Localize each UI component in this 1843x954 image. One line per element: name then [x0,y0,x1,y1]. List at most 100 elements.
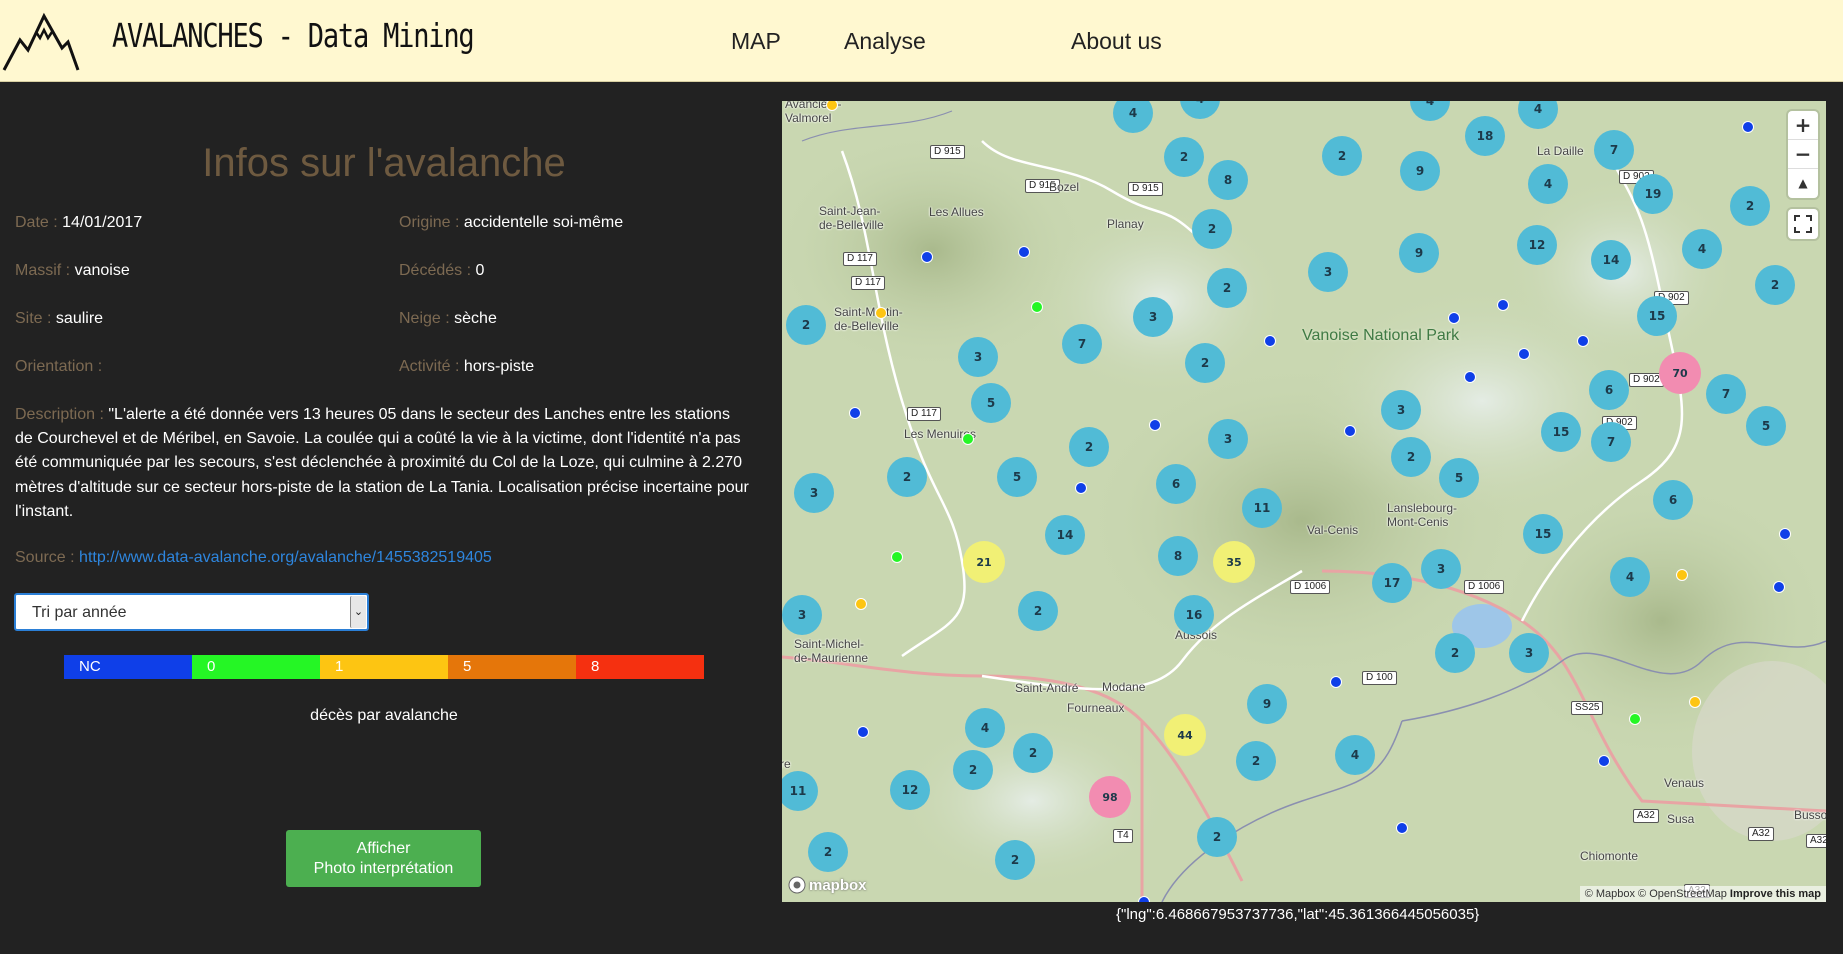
avalanche-point[interactable] [1149,419,1161,431]
cluster-marker[interactable]: 2 [1013,733,1053,773]
cluster-marker[interactable]: 3 [794,473,834,513]
cluster-marker[interactable]: 7 [1706,374,1746,414]
avalanche-point[interactable] [1396,822,1408,834]
cluster-marker[interactable]: 2 [1185,343,1225,383]
cluster-marker[interactable]: 9 [1247,684,1287,724]
cluster-marker[interactable]: 2 [953,750,993,790]
cluster-marker[interactable]: 15 [1541,412,1581,452]
site-title[interactable]: AVALANCHES - Data Mining [112,16,475,55]
cluster-marker[interactable]: 15 [1637,296,1677,336]
zoom-in-button[interactable]: + [1788,111,1818,140]
zoom-out-button[interactable]: − [1788,140,1818,169]
cluster-marker[interactable]: 2 [1164,137,1204,177]
cluster-marker[interactable]: 5 [1746,406,1786,446]
cluster-marker[interactable]: 98 [1089,776,1131,818]
cluster-marker[interactable]: 15 [1523,514,1563,554]
cluster-marker[interactable]: 5 [1439,458,1479,498]
cluster-marker[interactable]: 8 [1158,536,1198,576]
cluster-marker[interactable]: 12 [1517,225,1557,265]
avalanche-point[interactable] [1742,121,1754,133]
cluster-marker[interactable]: 3 [1308,252,1348,292]
cluster-marker[interactable]: 12 [890,770,930,810]
cluster-marker[interactable]: 5 [971,383,1011,423]
cluster-marker[interactable]: 5 [997,457,1037,497]
cluster-marker[interactable]: 4 [1335,735,1375,775]
cluster-marker[interactable]: 2 [1236,741,1276,781]
avalanche-point[interactable] [1031,301,1043,313]
cluster-marker[interactable]: 9 [1400,151,1440,191]
cluster-marker[interactable]: 3 [1381,390,1421,430]
avalanche-point[interactable] [1629,713,1641,725]
cluster-marker[interactable]: 2 [1018,591,1058,631]
fullscreen-button[interactable] [1788,209,1818,239]
cluster-marker[interactable]: 21 [963,541,1005,583]
cluster-marker[interactable]: 6 [1589,370,1629,410]
avalanche-point[interactable] [1138,896,1150,902]
sort-select[interactable]: Tri par année ⌄ [14,593,369,631]
avalanche-point[interactable] [1448,312,1460,324]
photo-interpretation-button[interactable]: Afficher Photo interprétation [286,830,481,887]
cluster-marker[interactable]: 2 [1435,633,1475,673]
nav-map[interactable]: MAP [731,28,781,55]
source-link[interactable]: http://www.data-avalanche.org/avalanche/… [79,549,492,566]
cluster-marker[interactable]: 9 [1399,233,1439,273]
avalanche-point[interactable] [1018,246,1030,258]
cluster-marker[interactable]: 6 [1156,464,1196,504]
cluster-marker[interactable]: 2 [786,305,826,345]
cluster-marker[interactable]: 6 [1653,480,1693,520]
chevron-down-icon[interactable]: ⌄ [350,596,366,628]
cluster-marker[interactable]: 2 [1322,136,1362,176]
avalanche-point[interactable] [1344,425,1356,437]
cluster-marker[interactable]: 3 [1208,419,1248,459]
cluster-marker[interactable]: 3 [782,595,822,635]
cluster-marker[interactable]: 3 [1133,297,1173,337]
improve-map-link[interactable]: Improve this map [1730,888,1821,900]
cluster-marker[interactable]: 16 [1174,595,1214,635]
avalanche-point[interactable] [855,598,867,610]
cluster-marker[interactable]: 2 [1755,265,1795,305]
cluster-marker[interactable]: 4 [1682,229,1722,269]
avalanche-point[interactable] [1497,299,1509,311]
cluster-marker[interactable]: 2 [1207,268,1247,308]
cluster-marker[interactable]: 14 [1045,515,1085,555]
avalanche-point[interactable] [1773,581,1785,593]
avalanche-point[interactable] [891,551,903,563]
avalanche-point[interactable] [1330,676,1342,688]
cluster-marker[interactable]: 2 [1730,186,1770,226]
avalanche-point[interactable] [1676,569,1688,581]
cluster-marker[interactable]: 2 [1197,817,1237,857]
cluster-marker[interactable]: 4 [965,708,1005,748]
cluster-marker[interactable]: 2 [887,457,927,497]
avalanche-point[interactable] [1464,371,1476,383]
cluster-marker[interactable]: 3 [958,337,998,377]
cluster-marker[interactable]: 4 [1528,164,1568,204]
avalanche-point[interactable] [1577,335,1589,347]
mapbox-logo[interactable]: mapbox [788,876,867,894]
cluster-marker[interactable]: 2 [808,832,848,872]
cluster-marker[interactable]: 7 [1062,324,1102,364]
nav-about-us[interactable]: About us [1071,28,1162,55]
nav-analyse[interactable]: Analyse [844,28,926,55]
avalanche-point[interactable] [921,251,933,263]
cluster-marker[interactable]: 7 [1594,130,1634,170]
avalanche-point[interactable] [1518,348,1530,360]
avalanche-point[interactable] [1075,482,1087,494]
avalanche-point[interactable] [1264,335,1276,347]
cluster-marker[interactable]: 18 [1465,116,1505,156]
cluster-marker[interactable]: 4 [1610,557,1650,597]
avalanche-point[interactable] [849,407,861,419]
avalanche-point[interactable] [1689,696,1701,708]
cluster-marker[interactable]: 2 [1391,437,1431,477]
cluster-marker[interactable]: 19 [1633,174,1673,214]
cluster-marker[interactable]: 44 [1164,714,1206,756]
avalanche-point[interactable] [962,433,974,445]
cluster-marker[interactable]: 8 [1208,160,1248,200]
avalanche-point[interactable] [857,726,869,738]
cluster-marker[interactable]: 3 [1509,633,1549,673]
cluster-marker[interactable]: 2 [1069,427,1109,467]
cluster-marker[interactable]: 11 [1242,488,1282,528]
avalanche-point[interactable] [1779,528,1791,540]
avalanche-point[interactable] [875,307,887,319]
cluster-marker[interactable]: 7 [1591,422,1631,462]
avalanche-map[interactable]: Vanoise National Park D 915 D 915 D 915 D 1… [782,101,1826,902]
